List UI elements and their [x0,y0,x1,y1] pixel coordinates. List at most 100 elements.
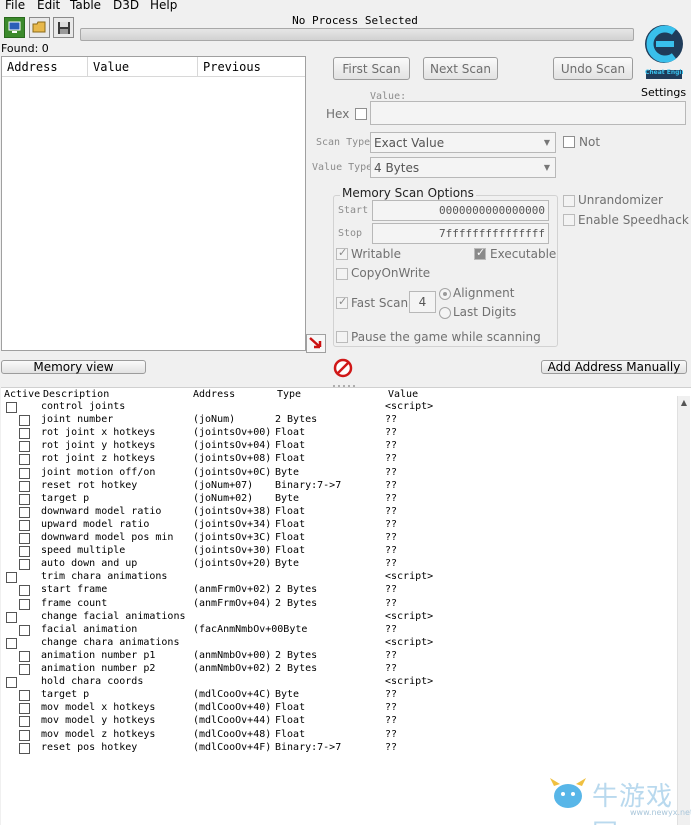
active-checkbox[interactable] [19,493,30,505]
table-row[interactable]: mov model y hotkeys (mdlCooOv+44) Float?? [0,715,677,728]
column-active[interactable]: Active [4,389,40,400]
menu-d3d[interactable]: D3D [113,0,139,12]
save-file-button[interactable] [53,17,74,38]
value-type-select[interactable]: 4 Bytes ▼ [370,157,556,178]
column-value-header[interactable]: Value [388,389,418,400]
scan-type-select[interactable]: Exact Value ▼ [370,132,556,153]
table-row[interactable]: auto down and up (jointsOv+20) Byte?? [0,558,677,571]
active-checkbox[interactable] [19,428,30,440]
active-checkbox[interactable] [19,703,30,715]
table-row[interactable]: rot joint x hotkeys (jointsOv+00) Float?? [0,427,677,440]
active-checkbox[interactable] [19,650,30,662]
column-address-header[interactable]: Address [193,389,235,400]
active-checkbox[interactable] [19,624,30,636]
table-row[interactable]: control joints <script> [0,401,677,414]
table-row[interactable]: rot joint y hotkeys (jointsOv+04) Float?? [0,440,677,453]
table-row[interactable]: hold chara coords <script> [0,676,677,689]
table-row[interactable]: animation number p2 (anmNmbOv+02) 2 Bytes?… [0,663,677,676]
active-checkbox[interactable] [19,559,30,571]
unrandomizer-checkbox[interactable] [563,195,575,207]
menu-help[interactable]: Help [150,0,177,12]
column-address[interactable]: Address [2,57,88,77]
table-row[interactable]: downward model pos min (jointsOv+3C) Float… [0,532,677,545]
stop-address-input[interactable]: 7fffffffffffffff [372,223,549,244]
table-row[interactable]: target p (joNum+02) Byte?? [0,493,677,506]
vertical-scrollbar[interactable] [677,396,690,825]
active-checkbox[interactable] [19,742,30,754]
clear-list-button[interactable] [333,358,353,378]
table-row[interactable]: trim chara animations <script> [0,571,677,584]
add-address-manually-button[interactable]: Add Address Manually [541,360,687,374]
active-checkbox[interactable] [19,585,30,597]
not-checkbox[interactable] [563,136,575,148]
active-checkbox[interactable] [19,441,30,453]
active-checkbox[interactable] [19,519,30,531]
active-checkbox[interactable] [19,467,30,479]
scroll-up-icon[interactable]: ▲ [679,398,689,410]
pause-game-checkbox[interactable] [336,331,348,343]
copy-on-write-checkbox[interactable] [336,268,348,280]
active-checkbox[interactable] [19,480,30,492]
table-row[interactable]: animation number p1 (anmNmbOv+00) 2 Bytes?… [0,650,677,663]
active-checkbox[interactable] [19,598,30,610]
speedhack-checkbox[interactable] [563,214,575,226]
active-checkbox[interactable] [19,415,30,427]
column-description[interactable]: Description [43,389,109,400]
table-row[interactable]: rot joint z hotkeys (jointsOv+08) Float?? [0,453,677,466]
table-row[interactable]: reset rot hotkey (joNum+07) Binary:7->7?? [0,480,677,493]
cheat-engine-logo[interactable]: Cheat Engine [641,14,687,82]
last-digits-radio[interactable] [439,307,451,319]
table-row[interactable]: joint number (joNum) 2 Bytes?? [0,414,677,427]
settings-link[interactable]: Settings [641,86,686,99]
active-checkbox[interactable] [19,533,30,544]
table-row[interactable]: facial animation (facAnmNmbOv+00Byte?? [0,624,677,637]
column-value[interactable]: Value [88,57,198,77]
add-to-table-button[interactable] [306,334,326,353]
table-row[interactable]: target p (mdlCooOv+4C) Byte?? [0,689,677,702]
table-row[interactable]: speed multiple (jointsOv+30) Float?? [0,545,677,558]
start-address-input[interactable]: 0000000000000000 [372,200,549,221]
alignment-radio[interactable] [439,288,451,300]
fast-scan-checkbox[interactable] [336,295,348,309]
fast-scan-value-input[interactable]: 4 [409,291,436,313]
active-checkbox[interactable] [6,611,17,623]
active-checkbox[interactable] [19,729,30,741]
found-results-list[interactable]: Address Value Previous [1,56,306,351]
next-scan-button[interactable]: Next Scan [423,57,498,80]
table-row[interactable]: upward model ratio (jointsOv+34) Float?? [0,519,677,532]
active-checkbox[interactable] [19,690,30,702]
open-file-button[interactable] [29,17,50,38]
table-row[interactable]: reset pos hotkey (mdlCooOv+4F) Binary:7->7… [0,742,677,755]
undo-scan-button[interactable]: Undo Scan [553,57,633,80]
active-checkbox[interactable] [19,454,30,466]
column-previous[interactable]: Previous [198,57,305,77]
table-row[interactable]: mov model z hotkeys (mdlCooOv+48) Float?? [0,729,677,742]
select-process-button[interactable] [4,17,25,38]
value-input[interactable] [370,101,686,125]
menu-table[interactable]: Table [70,0,101,12]
active-checkbox[interactable] [19,664,30,675]
active-checkbox[interactable] [19,546,30,558]
table-row[interactable]: change facial animations <script> [0,611,677,624]
writable-checkbox[interactable] [336,246,348,260]
table-row[interactable]: frame count (anmFrmOv+04) 2 Bytes?? [0,598,677,611]
first-scan-button[interactable]: First Scan [333,57,410,80]
table-row[interactable]: mov model x hotkeys (mdlCooOv+40) Float?? [0,702,677,715]
active-checkbox[interactable] [6,637,17,649]
hex-checkbox[interactable] [355,108,367,120]
table-row[interactable]: joint motion off/on (jointsOv+0C) Byte?? [0,467,677,480]
table-row[interactable]: change chara animations <script> [0,637,677,650]
menu-file[interactable]: File [5,0,25,12]
column-type[interactable]: Type [277,389,301,400]
memory-view-button[interactable]: Memory view [1,360,146,374]
executable-checkbox[interactable] [474,246,486,260]
splitter-handle[interactable] [330,379,358,387]
active-checkbox[interactable] [6,572,17,584]
active-checkbox[interactable] [6,677,17,689]
active-checkbox[interactable] [19,716,30,728]
menu-edit[interactable]: Edit [37,0,60,12]
active-checkbox[interactable] [6,402,17,413]
table-row[interactable]: start frame (anmFrmOv+02) 2 Bytes?? [0,584,677,597]
table-row[interactable]: downward model ratio (jointsOv+38) Float?? [0,506,677,519]
active-checkbox[interactable] [19,506,30,518]
